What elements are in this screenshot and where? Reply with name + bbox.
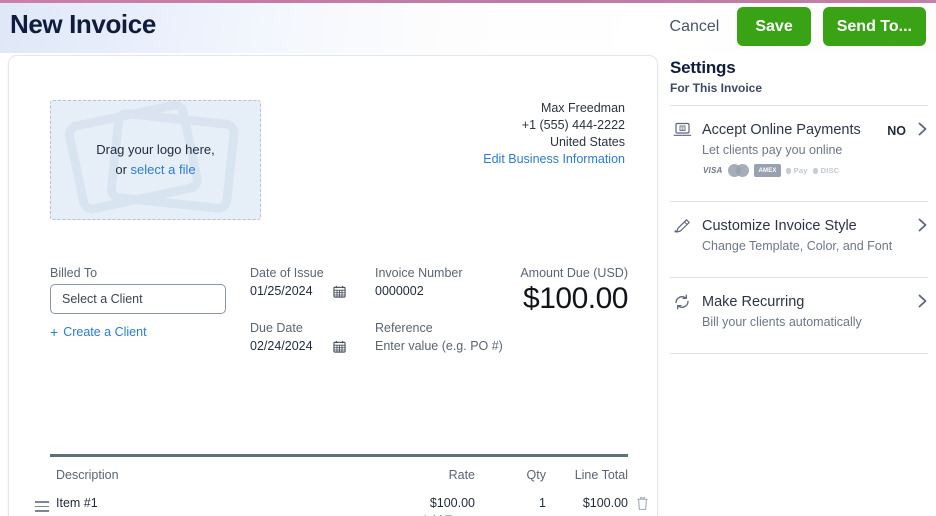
- save-button[interactable]: Save: [737, 7, 810, 46]
- date-of-issue-field[interactable]: 01/25/2024: [250, 284, 346, 298]
- business-information: Max Freedman +1 (555) 444-2222 United St…: [483, 100, 625, 168]
- calendar-icon[interactable]: [333, 285, 346, 298]
- dates-column: Date of Issue 01/25/2024 Due Date 02/24/…: [250, 266, 368, 353]
- settings-subtitle: For This Invoice: [670, 81, 928, 95]
- settings-panel: Settings For This Invoice $ Accept Onlin…: [670, 58, 928, 354]
- due-date-field[interactable]: 02/24/2024: [250, 339, 346, 353]
- setting-description: Bill your clients automatically: [702, 315, 928, 329]
- page-title: New Invoice: [10, 9, 156, 40]
- item-title-input[interactable]: Item #1: [56, 496, 98, 510]
- logo-dropzone-text: Drag your logo here, or select a file: [96, 140, 215, 180]
- column-header-line-total: Line Total: [555, 468, 628, 482]
- chevron-right-icon[interactable]: [917, 121, 928, 142]
- setting-state-badge: NO: [887, 124, 906, 138]
- create-client-button[interactable]: + Create a Client: [50, 325, 235, 339]
- edit-business-information-link[interactable]: Edit Business Information: [483, 151, 625, 168]
- setting-row-accept-online-payments[interactable]: $ Accept Online Payments NO: [670, 122, 928, 138]
- visa-icon: VISA: [702, 164, 723, 177]
- logo-drop-line1: Drag your logo here,: [96, 140, 215, 160]
- setting-description: Change Template, Color, and Font: [702, 239, 928, 253]
- column-header-description: Description: [56, 468, 119, 482]
- create-client-label: Create a Client: [63, 325, 146, 339]
- column-header-rate: Rate: [400, 468, 475, 482]
- page-header: New Invoice Cancel Save Send To...: [0, 3, 936, 53]
- business-phone: +1 (555) 444-2222: [483, 117, 625, 134]
- chevron-right-icon[interactable]: [917, 293, 928, 314]
- invoice-card: Drag your logo here, or select a file Ma…: [8, 55, 658, 516]
- settings-divider: [670, 353, 928, 354]
- header-actions: Cancel Save Send To...: [664, 7, 926, 46]
- item-qty-input[interactable]: 1: [490, 496, 546, 510]
- laptop-payment-icon: $: [670, 122, 694, 138]
- business-name: Max Freedman: [483, 100, 625, 117]
- amount-due-value: $100.00: [450, 282, 628, 316]
- reference-label: Reference: [375, 321, 525, 335]
- billed-to-label: Billed To: [50, 266, 235, 280]
- amount-due-column: Amount Due (USD) $100.00: [450, 266, 628, 316]
- invoice-editor-page: New Invoice Cancel Save Send To... Drag …: [0, 0, 936, 516]
- logo-drop-line2: or select a file: [96, 160, 215, 180]
- client-select-placeholder: Select a Client: [62, 292, 143, 306]
- svg-text:$: $: [681, 126, 684, 131]
- paintbrush-icon: [670, 218, 694, 234]
- refresh-cycle-icon: [670, 294, 694, 310]
- table-row: Item #1 Enter an Item Description $100.0…: [35, 496, 643, 516]
- item-line-total: $100.00: [555, 496, 628, 510]
- setting-label: Accept Online Payments: [702, 122, 861, 138]
- payment-method-badges: VISA AMEX Pay DISC: [702, 164, 928, 177]
- cancel-button[interactable]: Cancel: [664, 10, 726, 44]
- apple-pay-icon: Pay: [786, 164, 808, 177]
- logo-drop-or: or: [115, 162, 130, 177]
- discover-icon: DISC: [813, 164, 840, 177]
- items-table-rule: [50, 454, 628, 457]
- setting-customize-invoice-style: Customize Invoice Style Change Template,…: [670, 202, 928, 267]
- due-date-value: 02/24/2024: [250, 339, 313, 353]
- item-rate-input[interactable]: $100.00: [400, 496, 475, 510]
- calendar-icon[interactable]: [333, 340, 346, 353]
- setting-description: Let clients pay you online: [702, 143, 928, 157]
- amex-icon: AMEX: [754, 164, 780, 177]
- setting-make-recurring: Make Recurring Bill your clients automat…: [670, 278, 928, 343]
- reference-input[interactable]: Enter value (e.g. PO #): [375, 339, 525, 353]
- setting-label: Customize Invoice Style: [702, 218, 857, 234]
- mastercard-icon: [728, 164, 749, 177]
- setting-accept-online-payments: $ Accept Online Payments NO Let clients …: [670, 106, 928, 191]
- chevron-right-icon[interactable]: [917, 217, 928, 238]
- setting-row-make-recurring[interactable]: Make Recurring: [670, 294, 928, 310]
- setting-label: Make Recurring: [702, 294, 804, 310]
- billed-to-column: Billed To Select a Client + Create a Cli…: [50, 266, 235, 339]
- date-of-issue-value: 01/25/2024: [250, 284, 313, 298]
- business-country: United States: [483, 134, 625, 151]
- send-to-button[interactable]: Send To...: [823, 7, 926, 46]
- select-a-file-link[interactable]: select a file: [131, 162, 196, 177]
- amount-due-label: Amount Due (USD): [450, 266, 628, 280]
- plus-icon: +: [50, 325, 58, 339]
- date-of-issue-label: Date of Issue: [250, 266, 368, 280]
- client-select[interactable]: Select a Client: [50, 284, 226, 314]
- settings-title: Settings: [670, 58, 928, 78]
- delete-row-icon[interactable]: [636, 496, 649, 511]
- setting-row-customize-invoice-style[interactable]: Customize Invoice Style: [670, 218, 928, 234]
- logo-dropzone[interactable]: Drag your logo here, or select a file: [50, 100, 261, 220]
- due-date-label: Due Date: [250, 321, 368, 335]
- drag-handle-icon[interactable]: [35, 501, 49, 515]
- column-header-qty: Qty: [490, 468, 546, 482]
